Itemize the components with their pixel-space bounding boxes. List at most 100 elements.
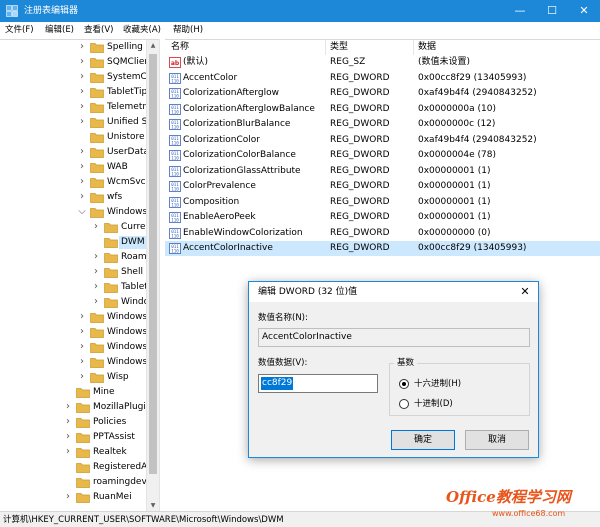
menu-view[interactable]: 查看(V) (84, 25, 113, 36)
minimize-button[interactable]: — (504, 0, 536, 22)
tree-item[interactable]: › PPTAssist (0, 430, 146, 445)
tree-item[interactable]: ›SystemCertifi (0, 70, 159, 85)
tree-item[interactable]: › Windows (0, 295, 159, 310)
tree-item[interactable]: › WAB (0, 160, 146, 175)
chevron-right-icon[interactable]: › (64, 447, 72, 457)
tree-item[interactable]: Mine (0, 385, 146, 400)
tree-item[interactable]: ⌵ Windows (0, 205, 147, 220)
chevron-right-icon[interactable]: › (78, 42, 86, 52)
scroll-down-arrow-icon[interactable]: ▼ (147, 500, 159, 511)
tree-item-label: Realtek (93, 447, 127, 457)
value-row[interactable]: ab (默认) REG_SZ (数值未设置) (165, 55, 600, 70)
svg-text:110: 110 (171, 218, 179, 223)
chevron-down-icon[interactable]: ⌵ (78, 207, 86, 217)
chevron-right-icon[interactable]: › (92, 267, 100, 277)
tree-item[interactable]: RegisteredApplic (0, 460, 159, 475)
chevron-right-icon[interactable]: › (64, 432, 72, 442)
menu-favorites[interactable]: 收藏夹(A) (123, 25, 161, 36)
chevron-right-icon[interactable]: › (64, 417, 72, 427)
scroll-up-arrow-icon[interactable]: ▲ (147, 40, 159, 52)
column-divider[interactable] (325, 40, 326, 55)
chevron-right-icon[interactable]: › (92, 252, 100, 262)
column-header-type[interactable]: 类型 (330, 40, 348, 55)
column-header-data[interactable]: 数据 (418, 40, 436, 55)
tree-item[interactable]: › Windows NT (0, 310, 159, 325)
chevron-right-icon[interactable]: › (92, 297, 100, 307)
chevron-right-icon[interactable]: › (78, 327, 86, 337)
radio-decimal-label[interactable]: 十进制(D) (414, 398, 453, 410)
maximize-button[interactable]: ☐ (536, 0, 568, 22)
tree-item[interactable]: › RuanMei (0, 490, 146, 505)
tree-item[interactable]: ›Windows Sea (0, 340, 159, 355)
value-row[interactable]: 011 110 AccentColorInactive REG_DWORD 0x00cc… (165, 241, 600, 256)
chevron-right-icon[interactable]: › (64, 402, 72, 412)
chevron-right-icon[interactable]: › (78, 342, 86, 352)
value-row[interactable]: 011 110 ColorizationColorBalance REG_DWORD 0… (165, 148, 600, 163)
column-divider[interactable] (413, 40, 414, 55)
value-row[interactable]: 011 110 ColorPrevalence REG_DWORD 0x00000001… (165, 179, 600, 194)
radio-decimal[interactable] (399, 399, 409, 409)
value-row[interactable]: 011 110 Composition REG_DWORD 0x00000001 (1) (165, 195, 600, 210)
value-row[interactable]: 011 110 ColorizationGlassAttribute REG_DWOR… (165, 164, 600, 179)
menu-edit[interactable]: 编辑(E) (45, 25, 74, 36)
chevron-right-icon[interactable]: › (78, 162, 86, 172)
tree-item[interactable]: › Policies (0, 415, 146, 430)
menu-file[interactable]: 文件(F) (5, 25, 34, 36)
tree-item[interactable]: ›TelemetryClie (0, 100, 159, 115)
tree-item[interactable]: DWM (0, 235, 147, 250)
tree-item[interactable]: ›CurrentVe (0, 220, 159, 235)
tree-item[interactable]: › TabletTip (0, 85, 147, 100)
tree-item[interactable]: Unistore (0, 130, 146, 145)
tree-item[interactable]: › Spelling (0, 40, 146, 55)
chevron-right-icon[interactable]: › (78, 72, 86, 82)
value-row[interactable]: 011 110 ColorizationAfterglow REG_DWORD 0xaf… (165, 86, 600, 101)
value-row[interactable]: 011 110 EnableWindowColorization REG_DWORD 0… (165, 226, 600, 241)
tree-item[interactable]: › TabletPC (0, 280, 159, 295)
chevron-right-icon[interactable]: › (64, 492, 72, 502)
value-row[interactable]: 011 110 ColorizationBlurBalance REG_DWORD 0x… (165, 117, 600, 132)
chevron-right-icon[interactable]: › (78, 372, 86, 382)
chevron-right-icon[interactable]: › (78, 357, 86, 367)
tree-item[interactable]: › wfs (0, 190, 146, 205)
tree-item[interactable]: › Shell (0, 265, 146, 280)
close-button[interactable]: ✕ (568, 0, 600, 22)
chevron-right-icon[interactable]: › (92, 282, 100, 292)
chevron-right-icon[interactable]: › (78, 57, 86, 67)
tree-item[interactable]: roamingdevice (0, 475, 159, 490)
tree-item[interactable]: › WcmSvc (0, 175, 146, 190)
tree-item[interactable]: › SQMClient (0, 55, 154, 70)
value-row[interactable]: 011 110 EnableAeroPeek REG_DWORD 0x00000001 … (165, 210, 600, 225)
chevron-right-icon[interactable]: › (78, 177, 86, 187)
value-row[interactable]: 011 110 AccentColor REG_DWORD 0x00cc8f29 (13… (165, 71, 600, 86)
chevron-right-icon[interactable]: › (78, 192, 86, 202)
dialog-close-icon[interactable]: ✕ (518, 285, 532, 299)
ok-button[interactable]: 确定 (391, 430, 455, 450)
value-row[interactable]: 011 110 ColorizationColor REG_DWORD 0xaf49b4… (165, 133, 600, 148)
tree-item[interactable]: › Wisp (0, 370, 146, 385)
binary-value-icon: 011 110 (169, 196, 181, 208)
value-data-input[interactable]: cc8f29 (258, 374, 378, 393)
value-name-label: 数值名称(N): (258, 313, 308, 323)
chevron-right-icon[interactable]: › (78, 312, 86, 322)
chevron-right-icon[interactable]: › (78, 147, 86, 157)
value-row[interactable]: 011 110 ColorizationAfterglowBalance REG_DW… (165, 102, 600, 117)
column-header-name[interactable]: 名称 (171, 40, 189, 55)
chevron-right-icon[interactable]: › (92, 222, 100, 232)
radio-hexadecimal-label[interactable]: 十六进制(H) (414, 378, 461, 390)
chevron-right-icon[interactable]: › (78, 102, 86, 112)
tree-item[interactable]: ›Unified Store (0, 115, 159, 130)
tree-item[interactable]: › WindowsSelf (0, 355, 159, 370)
tree-scrollbar[interactable]: ▲ ▼ (146, 40, 159, 511)
tree-item[interactable]: › Roaming (0, 250, 159, 265)
tree-item[interactable]: › UserData (0, 145, 149, 160)
chevron-right-icon[interactable]: › (78, 117, 86, 127)
scrollbar-thumb[interactable] (149, 54, 157, 474)
radio-hexadecimal[interactable] (399, 379, 409, 389)
menu-help[interactable]: 帮助(H) (173, 25, 203, 36)
tree-item[interactable]: › MozillaPlugins (0, 400, 156, 415)
cancel-button[interactable]: 取消 (465, 430, 529, 450)
chevron-right-icon[interactable]: › (78, 87, 86, 97)
tree-item[interactable]: › Windows Scr (0, 325, 159, 340)
tree-item[interactable]: › Realtek (0, 445, 146, 460)
folder-icon (90, 87, 104, 98)
